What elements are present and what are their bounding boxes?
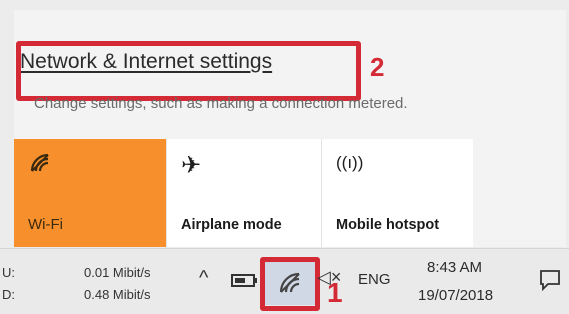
wifi-tile-label: Wi-Fi: [28, 216, 63, 233]
battery-icon[interactable]: [231, 271, 259, 294]
download-label: D:: [2, 287, 15, 302]
airplane-mode-tile[interactable]: ✈ Airplane mode: [166, 139, 321, 247]
screenshot-frame: Network & Internet settings 2 Change set…: [0, 0, 569, 314]
download-speed: 0.48 Mibit/s: [84, 287, 151, 302]
empty-tile-area: [473, 139, 566, 247]
mobile-hotspot-tile-label: Mobile hotspot: [336, 217, 440, 233]
taskbar: U: D: 0.01 Mibit/s 0.48 Mibit/s ^ 1 ◁× E…: [0, 248, 569, 314]
upload-label: U:: [2, 265, 15, 280]
airplane-mode-tile-label: Airplane mode: [181, 217, 282, 233]
highlight-box-2: [16, 41, 361, 101]
action-center-icon[interactable]: [539, 269, 561, 296]
mobile-hotspot-tile[interactable]: ((ı)) Mobile hotspot: [321, 139, 473, 247]
wifi-tile[interactable]: Wi-Fi: [14, 139, 166, 247]
settings-description: Change settings, such as making a connec…: [34, 95, 408, 112]
wifi-signal-icon: [28, 151, 52, 179]
clock-time[interactable]: 8:43 AM: [427, 259, 482, 276]
volume-muted-icon[interactable]: ◁×: [317, 267, 341, 288]
annotation-number-2: 2: [370, 52, 385, 82]
airplane-icon: ✈: [181, 152, 202, 179]
hotspot-icon: ((ı)): [336, 153, 364, 172]
chevron-up-icon[interactable]: ^: [199, 267, 208, 290]
quick-action-tiles: Wi-Fi ✈ Airplane mode ((ı)) Mobile hotsp…: [14, 139, 473, 247]
language-indicator[interactable]: ENG: [358, 271, 391, 288]
highlight-box-1: [260, 257, 320, 311]
clock-date[interactable]: 19/07/2018: [418, 287, 493, 304]
upload-speed: 0.01 Mibit/s: [84, 265, 151, 280]
